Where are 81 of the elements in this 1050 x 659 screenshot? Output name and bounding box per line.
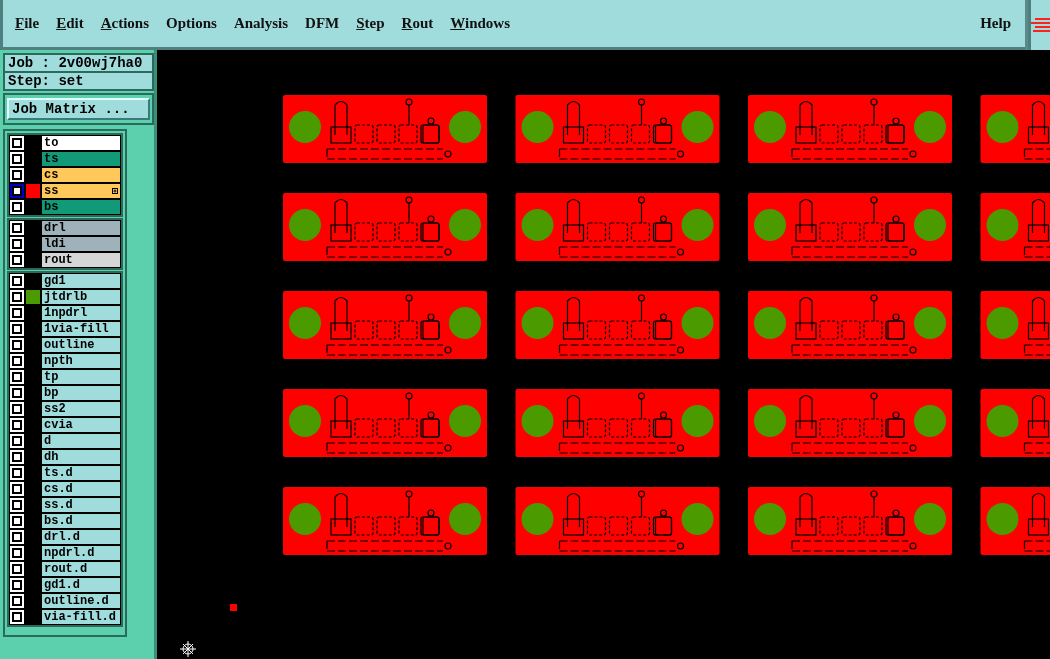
layer-checkbox[interactable] <box>12 452 22 462</box>
layer-checkbox[interactable] <box>12 532 22 542</box>
layer-checkbox[interactable] <box>12 170 22 180</box>
job-matrix-button[interactable]: Job Matrix ... <box>7 98 150 120</box>
board-drawing <box>980 95 1050 163</box>
layer-name[interactable]: ss2 <box>42 402 120 416</box>
layer-name[interactable]: cvia <box>42 418 120 432</box>
layer-name[interactable]: gd1 <box>42 274 120 288</box>
layer-checkbox[interactable] <box>12 596 22 606</box>
crosshair-icon <box>179 640 197 657</box>
menu-item[interactable]: Rout <box>401 12 434 35</box>
layer-checkbox[interactable] <box>12 516 22 526</box>
board-drawing <box>980 291 1050 359</box>
expand-icon[interactable] <box>112 188 118 194</box>
layer-name[interactable]: ts <box>42 152 120 166</box>
layer-checkbox[interactable] <box>12 404 22 414</box>
layer-name[interactable]: bs <box>42 200 120 214</box>
layer-name[interactable]: ss.d <box>42 498 120 512</box>
layer-name[interactable]: ts.d <box>42 466 120 480</box>
menu-item[interactable]: File <box>15 12 40 35</box>
layer-name[interactable]: npdrl.d <box>42 546 120 560</box>
layer-name[interactable]: via-fill.d <box>42 610 120 624</box>
layer-name[interactable]: dh <box>42 450 120 464</box>
layer-name[interactable]: drl.d <box>42 530 120 544</box>
layer-checkbox[interactable] <box>12 340 22 350</box>
layer-name[interactable]: jtdrlb <box>42 290 120 304</box>
layer-name[interactable]: outline.d <box>42 594 120 608</box>
layer-name[interactable]: d <box>42 434 120 448</box>
layer-checkbox[interactable] <box>12 564 22 574</box>
layer-name[interactable]: bs.d <box>42 514 120 528</box>
layer-checkbox[interactable] <box>12 202 22 212</box>
layer-name[interactable]: tp <box>42 370 120 384</box>
layer-name[interactable]: cs <box>42 168 120 182</box>
layer-name[interactable]: npth <box>42 354 120 368</box>
layer-name[interactable]: bp <box>42 386 120 400</box>
board-drawing <box>980 487 1050 555</box>
layer-checkbox[interactable] <box>12 154 22 164</box>
layer-name[interactable]: cs.d <box>42 482 120 496</box>
layer-checkbox[interactable] <box>12 612 22 622</box>
job-label: Job : 2v00wj7ha0 <box>5 55 152 73</box>
menu-item[interactable]: Windows <box>450 12 511 35</box>
layer-checkbox[interactable] <box>12 388 22 398</box>
layer-checkbox[interactable] <box>12 372 22 382</box>
layer-checkbox[interactable] <box>12 276 22 286</box>
help-menu[interactable]: Help <box>980 12 1011 35</box>
layer-name[interactable]: gd1.d <box>42 578 120 592</box>
menu-item[interactable]: Actions <box>100 12 150 35</box>
layer-name[interactable]: drl <box>42 221 120 235</box>
layer-name[interactable]: outline <box>42 338 120 352</box>
layer-name[interactable]: ss <box>42 184 120 198</box>
layer-name[interactable]: ldi <box>42 237 120 251</box>
layer-name[interactable]: 1npdrl <box>42 306 120 320</box>
menu-item[interactable]: Step <box>356 12 385 35</box>
layer-checkbox[interactable] <box>12 308 22 318</box>
menu-item[interactable]: Edit <box>56 12 84 35</box>
board-drawing <box>980 193 1050 261</box>
menu-item[interactable]: DFM <box>305 12 340 35</box>
origin-marker <box>230 604 237 611</box>
layer-name[interactable]: to <box>42 136 120 150</box>
layer-checkbox[interactable] <box>12 580 22 590</box>
layer-checkbox[interactable] <box>12 420 22 430</box>
layer-checkbox[interactable] <box>12 255 22 265</box>
layer-checkbox[interactable] <box>12 356 22 366</box>
layer-checkbox[interactable] <box>12 468 22 478</box>
menu-item[interactable]: Analysis <box>233 12 289 35</box>
menu-item[interactable]: Options <box>166 12 217 35</box>
layer-checkbox[interactable] <box>12 548 22 558</box>
step-label: Step: set <box>5 73 152 89</box>
layer-checkbox[interactable] <box>12 138 22 148</box>
layer-checkbox[interactable] <box>12 500 22 510</box>
layer-checkbox[interactable] <box>12 239 22 249</box>
lines-icon[interactable] <box>1031 15 1050 35</box>
layer-checkbox[interactable] <box>12 324 22 334</box>
layer-name[interactable]: 1via-fill <box>42 322 120 336</box>
layer-checkbox[interactable] <box>12 484 22 494</box>
layer-checkbox[interactable] <box>12 436 22 446</box>
layer-checkbox[interactable] <box>12 292 22 302</box>
board-drawing <box>980 389 1050 457</box>
layer-name[interactable]: rout.d <box>42 562 120 576</box>
layer-checkbox[interactable] <box>12 223 22 233</box>
layer-name[interactable]: rout <box>42 253 120 267</box>
